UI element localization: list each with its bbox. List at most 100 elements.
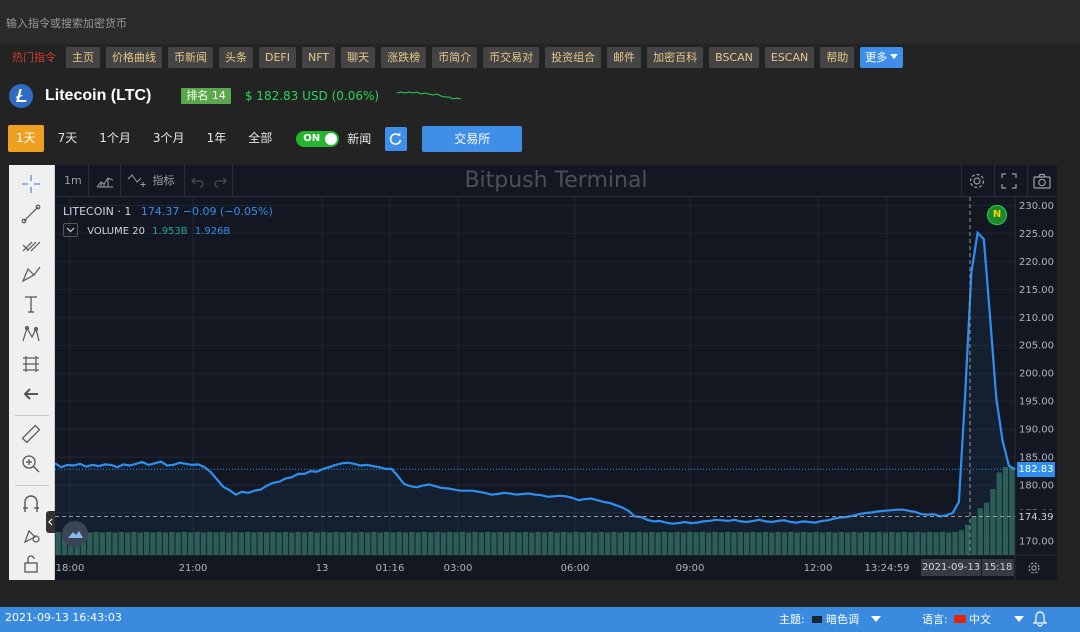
hot-tag-escan[interactable]: ESCAN (764, 47, 815, 68)
toolbar-divider (120, 165, 121, 197)
y-tick-label: 220.00 (1019, 257, 1054, 268)
hot-tag-headlines[interactable]: 头条 (219, 47, 253, 68)
collapse-legend-button[interactable] (63, 223, 78, 237)
indicators-button[interactable]: 指标 (127, 165, 175, 197)
toolbar-divider (15, 415, 49, 416)
price-chart[interactable]: 170.00175.00180.00185.00190.00195.00200.… (55, 197, 1057, 580)
pattern-icon[interactable] (20, 323, 42, 345)
lock-drawing-icon[interactable] (20, 523, 42, 545)
hot-tag-gainers[interactable]: 涨跌榜 (381, 47, 427, 68)
volume-value-b: 1.926B (194, 226, 231, 237)
toggle-state-label: ON (303, 132, 321, 144)
x-tick-label: 13:24:59 (865, 563, 910, 574)
y-tick-label: 200.00 (1019, 369, 1054, 380)
y-tick-label: 170.00 (1019, 537, 1054, 548)
brand-watermark: Bitpush Terminal (464, 168, 648, 193)
hot-tag-price-curve[interactable]: 价格曲线 (106, 47, 162, 68)
range-1m-button[interactable]: 1个月 (91, 125, 139, 152)
brush-icon[interactable] (20, 263, 42, 285)
range-1y-button[interactable]: 1年 (199, 125, 235, 152)
hot-tag-crypto-wiki[interactable]: 加密百科 (647, 47, 704, 68)
range-7d-button[interactable]: 7天 (50, 125, 86, 152)
hot-tag-coin-intro[interactable]: 币简介 (432, 47, 478, 68)
coin-price: $ 182.83 USD (0.06%) (244, 89, 380, 103)
toolbar-divider (232, 165, 233, 197)
hot-tag-coin-news[interactable]: 币新闻 (168, 47, 213, 68)
more-dropdown[interactable]: 更多 (860, 47, 904, 68)
x-tick-label: 21:00 (179, 563, 208, 574)
magnet-icon[interactable] (20, 493, 42, 515)
hot-tag-pairs[interactable]: 币交易对 (483, 47, 540, 68)
ruler-icon[interactable] (20, 423, 42, 445)
trend-line-icon[interactable] (20, 203, 42, 225)
chart-widget: Bitpush Terminal 1m 指标 170.00175.00180.0… (9, 165, 1057, 580)
x-tick-label: 09:00 (676, 563, 705, 574)
hot-tag-nft[interactable]: NFT (302, 47, 336, 68)
scale-settings-icon[interactable] (1027, 561, 1041, 575)
theme-select[interactable]: 暗色调 (812, 607, 859, 632)
status-bar: 2021-09-13 16:43:03 主题: 暗色调 语言: 中文 (0, 607, 1080, 632)
toolbar-divider (1027, 165, 1028, 197)
price-sparkline (397, 91, 462, 100)
toolbar-divider (15, 485, 49, 486)
hot-tag-portfolio[interactable]: 投资组合 (545, 47, 602, 68)
cloud-icon (68, 531, 83, 538)
toolbar-divider (184, 165, 185, 197)
status-datetime: 2021-09-13 16:43:03 (5, 611, 122, 624)
language-value: 中文 (969, 613, 991, 626)
pitchfork-icon[interactable] (20, 233, 42, 255)
hot-tag-bscan[interactable]: BSCAN (709, 47, 759, 68)
hot-tag-help[interactable]: 帮助 (820, 47, 855, 68)
go-to-realtime-button[interactable] (62, 521, 88, 547)
chart-canvas: 170.00175.00180.00185.00190.00195.00200.… (55, 197, 1057, 580)
unlock-icon[interactable] (20, 553, 42, 575)
toolbar-divider (88, 165, 89, 197)
chevron-down-icon[interactable] (1014, 616, 1024, 622)
indicators-label: 指标 (152, 174, 175, 187)
x-tick-label: 01:16 (376, 563, 405, 574)
range-all-button[interactable]: 全部 (240, 125, 280, 152)
legend-symbol: LITECOIN · 1 (63, 205, 132, 218)
app-root: 热门指令 主页 价格曲线 币新闻 头条 DEFI NFT 聊天 涨跌榜 币简介 … (0, 0, 1080, 632)
volume-label: VOLUME 20 (87, 226, 145, 237)
theme-swatch-icon (812, 616, 822, 623)
hot-tag-defi[interactable]: DEFI (259, 47, 296, 68)
news-toggle[interactable]: ON (296, 130, 340, 147)
language-select[interactable]: 中文 (954, 607, 991, 632)
y-tick-label: 190.00 (1019, 425, 1054, 436)
y-tick-label: 180.00 (1019, 481, 1054, 492)
toolbar-divider (961, 165, 962, 197)
arrow-left-icon[interactable] (20, 383, 42, 405)
refresh-icon (390, 131, 402, 145)
toolbar-divider (994, 165, 995, 197)
news-event-badge[interactable]: N (987, 205, 1007, 225)
more-label: 更多 (865, 51, 888, 64)
zoom-in-icon[interactable] (20, 453, 42, 475)
y-tick-label: 230.00 (1019, 201, 1054, 212)
text-tool-icon[interactable] (20, 293, 42, 315)
hot-tag-chat[interactable]: 聊天 (341, 47, 376, 68)
x-tick-label: 13 (316, 563, 329, 574)
hot-tag-home[interactable]: 主页 (66, 47, 100, 68)
x-tick-label: 06:00 (561, 563, 590, 574)
hot-tag-mail[interactable]: 邮件 (607, 47, 642, 68)
chevron-down-icon[interactable] (871, 616, 881, 622)
crosshair-icon[interactable] (20, 173, 42, 195)
hot-commands: 热门指令 主页 价格曲线 币新闻 头条 DEFI NFT 聊天 涨跌榜 币简介 … (8, 47, 904, 68)
search-input[interactable] (6, 14, 706, 32)
y-tick-label: 225.00 (1019, 229, 1054, 240)
bell-icon[interactable] (1033, 611, 1047, 627)
range-1d-button[interactable]: 1天 (8, 125, 44, 152)
prediction-icon[interactable] (20, 353, 42, 375)
collapse-toolbar-button[interactable] (46, 511, 55, 533)
interval-button[interactable]: 1m (64, 165, 82, 197)
x-tick-label: 18:00 (56, 563, 85, 574)
exchange-button[interactable]: 交易所 (422, 125, 523, 152)
range-3m-button[interactable]: 3个月 (145, 125, 193, 152)
theme-value: 暗色调 (826, 613, 859, 626)
rank-badge: 排名 14 (181, 88, 231, 104)
legend-ohlc: 174.37 −0.09 (−0.05%) (140, 205, 273, 218)
chevron-down-icon (66, 227, 75, 233)
refresh-button[interactable] (385, 126, 408, 151)
toggle-knob (325, 132, 338, 145)
